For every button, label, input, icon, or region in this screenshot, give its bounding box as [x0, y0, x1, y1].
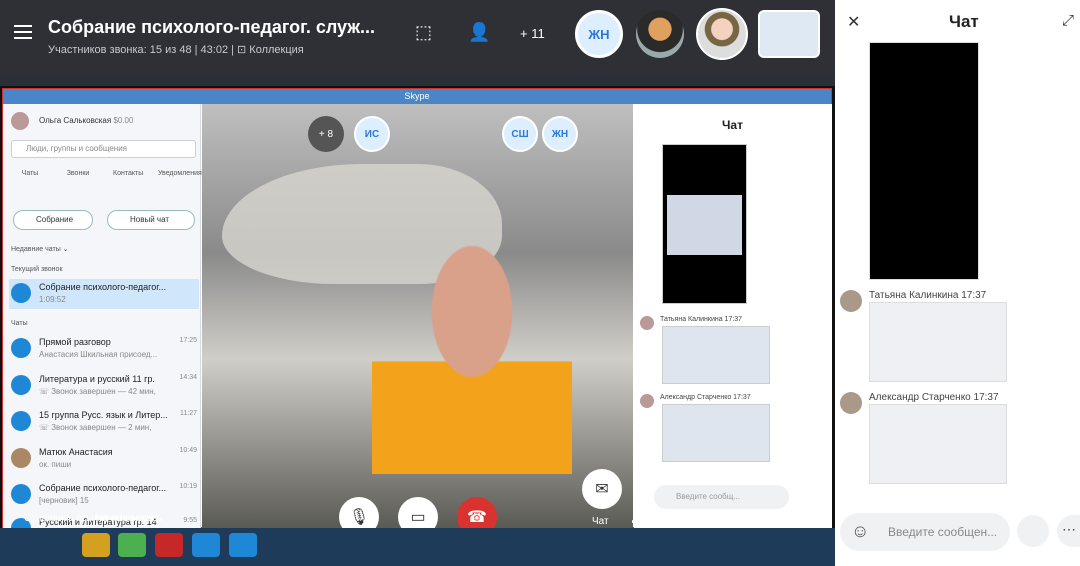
shared-image[interactable]: [662, 144, 747, 304]
reaction-button[interactable]: Реакция: [706, 513, 744, 524]
avatar: [840, 290, 862, 312]
avatar: [640, 316, 654, 330]
avatar[interactable]: [11, 112, 29, 130]
call-title: Собрание психолого-педагог. служ...: [48, 17, 376, 37]
message-input[interactable]: Введите сообщ...: [654, 485, 789, 509]
shared-image[interactable]: [869, 404, 1007, 484]
skype-icon[interactable]: [192, 533, 220, 557]
shared-image[interactable]: [662, 326, 770, 384]
avatar[interactable]: [696, 8, 748, 60]
tab-chats[interactable]: Чаты: [15, 170, 45, 177]
chat-panel: Чат Татьяна Калинкина 17:37 Александр Ст…: [634, 104, 832, 529]
shared-image[interactable]: [662, 404, 770, 462]
avatar[interactable]: ЖН: [575, 10, 623, 58]
tab-contacts[interactable]: Контакты: [113, 170, 143, 177]
screen-layout-icon[interactable]: ⬚: [415, 22, 432, 43]
skype-icon[interactable]: [229, 533, 257, 557]
message-author: Татьяна Калинкина 17:37: [660, 316, 743, 323]
chat-title: Чат: [949, 12, 979, 31]
user-name: Ольга Сальковская $0.00: [39, 116, 134, 125]
list-item[interactable]: Прямой разговор Анастасия Шкильная присое…: [9, 334, 199, 364]
more-options-icon[interactable]: ⋯: [1057, 515, 1080, 547]
chat-sidebar: ✕ Чат ⤢ Татьяна Калинкина 17:37 Александ…: [835, 0, 1080, 566]
chat-label: Чат: [592, 516, 609, 527]
sidebar: Ольга Сальковская $0.00 Люди, группы и с…: [3, 104, 202, 538]
record-button[interactable]: Начать запись: [95, 513, 162, 524]
add-participants-button[interactable]: + 11: [520, 26, 545, 41]
list-item[interactable]: Собрание психолого-педагог... [черновик] …: [9, 480, 199, 510]
folder-icon[interactable]: [82, 533, 110, 557]
call-status: Участников звонка: 15 из 48 | 43:02 | ⊡ …: [48, 44, 304, 56]
avatar[interactable]: ИС: [354, 116, 390, 152]
menu-icon[interactable]: [14, 25, 32, 39]
call-icon: [11, 283, 31, 303]
attach-button[interactable]: [1017, 515, 1049, 547]
avatar: [840, 392, 862, 414]
call-header: Собрание психолого-педагог. служ... Учас…: [0, 0, 835, 75]
new-chat-button[interactable]: Новый чат: [107, 210, 195, 230]
skype-window: Skype Ольга Сальковская $0.00 Люди, груп…: [2, 88, 832, 538]
emoji-icon[interactable]: ☺: [851, 521, 869, 542]
more-participants[interactable]: + 8: [308, 116, 344, 152]
chat-button[interactable]: ✉: [582, 469, 622, 509]
message-author: Александр Старченко 17:37: [869, 392, 999, 403]
meeting-button[interactable]: Собрание: [13, 210, 93, 230]
message-author: Татьяна Калинкина 17:37: [869, 290, 987, 301]
avatar[interactable]: СШ: [502, 116, 538, 152]
chats-label: Чаты: [11, 320, 28, 327]
message-author: Александр Старченко 17:37: [660, 394, 751, 401]
list-item[interactable]: Собрание психолого-педагог... 1:09:52: [9, 279, 199, 309]
tab-calls[interactable]: Звонки: [63, 170, 93, 177]
opera-icon[interactable]: [155, 533, 183, 557]
close-icon[interactable]: ✕: [847, 12, 860, 32]
tab-notifications[interactable]: Уведомления: [158, 170, 202, 177]
list-item[interactable]: Литература и русский 11 гр. ☏ Звонок заве…: [9, 371, 199, 401]
expand-icon[interactable]: ⤢: [1062, 12, 1074, 29]
avatar[interactable]: [636, 10, 684, 58]
video-feed: + 8 ИС СШ ЖН 🎙 ▭ ☎ ✉ Чат: [202, 104, 633, 537]
chrome-icon[interactable]: [118, 533, 146, 557]
participant-video: [372, 224, 572, 474]
window-title: Skype: [3, 89, 831, 104]
shared-image[interactable]: [869, 302, 1007, 382]
add-person-icon[interactable]: 👤: [468, 22, 490, 43]
search-input[interactable]: Люди, группы и сообщения: [11, 140, 196, 158]
more-button[interactable]: Еще: [776, 513, 796, 524]
webcam-avatar[interactable]: [758, 10, 820, 58]
current-call-label: Текущий звонок: [11, 266, 63, 273]
list-item[interactable]: 15 группа Русс. язык и Литер... ☏ Звонок …: [9, 407, 199, 437]
avatar: [640, 394, 654, 408]
recent-label[interactable]: Недавние чаты ⌄: [11, 245, 69, 253]
list-item[interactable]: Матюк Анастасия ок. пиши 10:49: [9, 444, 199, 474]
avatar[interactable]: ЖН: [542, 116, 578, 152]
shared-image[interactable]: [869, 42, 979, 280]
chat-title: Чат: [722, 118, 743, 132]
